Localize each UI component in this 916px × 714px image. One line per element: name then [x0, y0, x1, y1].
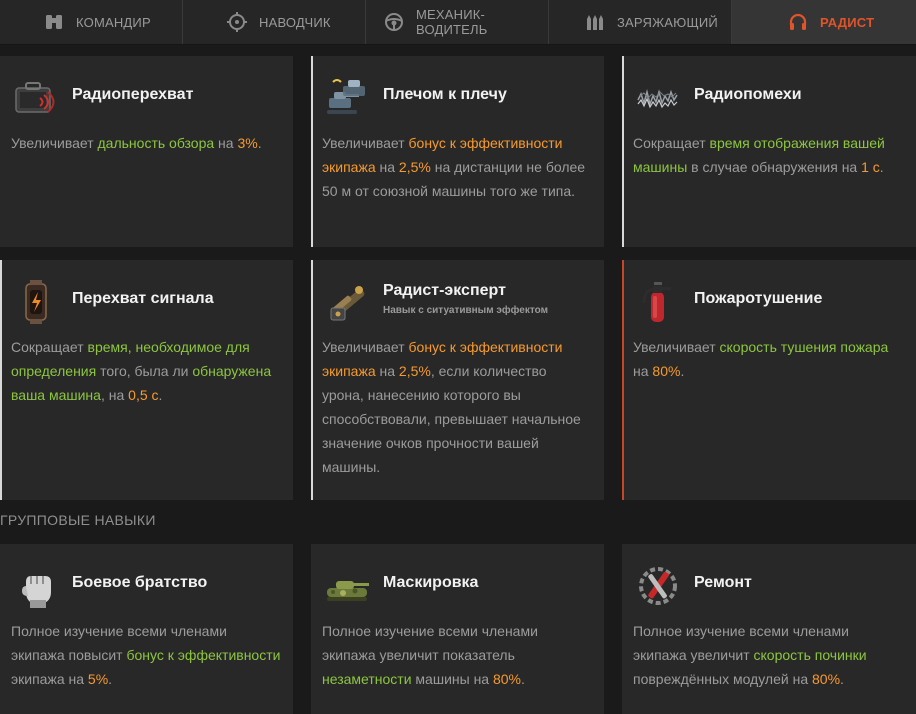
skill-description: Сокращает время отображения вашей машины… [633, 131, 904, 179]
tab-radio-operator[interactable]: РАДИСТ [732, 0, 916, 44]
tab-gunner-label: НАВОДЧИК [259, 14, 331, 30]
description-text: Увеличивает [633, 339, 720, 355]
skill-card-shoulder-to-shoulder[interactable]: Плечом к плечу Увеличивает бонус к эффек… [311, 56, 604, 247]
tab-commander[interactable]: КОМАНДИР [0, 0, 183, 44]
description-text: на [633, 363, 653, 379]
highlight-effect: скорость починки [753, 647, 867, 663]
radio-noise-icon [634, 74, 682, 122]
highlight-effect: дальность обзора [97, 135, 215, 151]
skill-description: Полное изучение всеми членами экипажа ув… [633, 619, 904, 691]
skill-description: Увеличивает бонус к эффективности экипаж… [322, 131, 592, 203]
fist-icon [12, 562, 60, 610]
radio-tools-icon [323, 278, 371, 326]
highlight-value: 1 с [861, 159, 880, 175]
skill-description: Увеличивает дальность обзора на 3%. [11, 131, 281, 155]
description-text: Увеличивает [322, 135, 409, 151]
highlight-value: 80% [652, 363, 681, 379]
highlight-effect: незаметности [322, 671, 412, 687]
skill-description: Полное изучение всеми членами экипажа по… [11, 619, 281, 691]
description-text: на [375, 363, 399, 379]
description-text: на [214, 135, 238, 151]
highlight-value: 80% [492, 671, 522, 687]
description-text: , на [100, 387, 129, 403]
tanks-together-icon [323, 74, 371, 122]
description-text: Увеличивает [322, 339, 409, 355]
card-edge-marker [311, 260, 313, 500]
description-text: . [108, 671, 113, 687]
skill-card-radio-intercept[interactable]: Радиоперехват Увеличивает дальность обзо… [0, 56, 293, 247]
tab-loader[interactable]: ЗАРЯЖАЮЩИЙ [549, 0, 732, 44]
highlight-value: 2,5% [398, 363, 431, 379]
steering-wheel-icon [384, 12, 404, 32]
skill-title: Плечом к плечу [383, 86, 507, 103]
description-text: в случае обнаружения на [687, 159, 862, 175]
highlight-value: 0,5 с [128, 387, 159, 403]
crew-role-tabs: КОМАНДИР НАВОДЧИК МЕХАНИК-ВОДИТЕЛЬ ЗАРЯЖ… [0, 0, 916, 45]
description-text: на [375, 159, 399, 175]
description-text: , если количество урона, нанесению котор… [322, 363, 581, 475]
skill-title: Пожаротушение [694, 290, 823, 307]
signal-lamp-icon [12, 278, 60, 326]
highlight-value: 5% [87, 671, 109, 687]
skill-description: Увеличивает бонус к эффективности экипаж… [322, 335, 592, 479]
binoculars-icon [44, 12, 64, 32]
skill-title: Перехват сигнала [72, 290, 214, 307]
camo-tank-icon [323, 562, 371, 610]
description-text: . [521, 671, 525, 687]
skill-title: Ремонт [694, 574, 752, 591]
description-text: Полное изучение всеми членами экипажа ув… [322, 623, 538, 663]
skill-title: Радиоперехват [72, 86, 194, 103]
skill-card-radio-expert[interactable]: Радист-эксперт Навык с ситуативным эффек… [311, 260, 604, 500]
fire-extinguisher-icon [634, 278, 682, 326]
skill-title: Радиопомехи [694, 86, 802, 103]
skill-title: Боевое братство [72, 574, 208, 591]
tab-gunner[interactable]: НАВОДЧИК [183, 0, 366, 44]
skill-card-camouflage[interactable]: Маскировка Полное изучение всеми членами… [311, 544, 604, 714]
skill-card-signal-intercept[interactable]: Перехват сигнала Сокращает время, необхо… [0, 260, 293, 500]
radio-case-icon [12, 74, 60, 122]
description-text: машины на [411, 671, 493, 687]
skill-description: Полное изучение всеми членами экипажа ув… [322, 619, 592, 691]
tab-loader-label: ЗАРЯЖАЮЩИЙ [617, 14, 718, 30]
crosshair-icon [227, 12, 247, 32]
skill-description: Сокращает время, необходимое для определ… [11, 335, 281, 407]
skill-title: Маскировка [383, 574, 479, 591]
description-text: того, была ли [96, 363, 193, 379]
highlight-value: 2,5% [398, 159, 431, 175]
highlight-value: 80% [812, 671, 841, 687]
description-text: экипажа на [11, 671, 88, 687]
skill-card-brothers-in-arms[interactable]: Боевое братство Полное изучение всеми чл… [0, 544, 293, 714]
description-text: . [840, 671, 844, 687]
tab-driver-label: МЕХАНИК-ВОДИТЕЛЬ [416, 7, 488, 37]
skill-card-radio-jamming[interactable]: Радиопомехи Сокращает время отображения … [622, 56, 916, 247]
tab-commander-label: КОМАНДИР [76, 14, 151, 30]
group-skills-heading: ГРУППОВЫЕ НАВЫКИ [0, 512, 156, 528]
highlight-value: 3% [237, 135, 258, 151]
highlight-effect: бонус к эффективности [126, 647, 281, 663]
skill-description: Увеличивает скорость тушения пожара на 8… [633, 335, 904, 383]
shells-icon [585, 12, 605, 32]
description-text: Сокращает [633, 135, 710, 151]
skill-subtitle: Навык с ситуативным эффектом [383, 305, 548, 316]
skill-card-firefighting[interactable]: Пожаротушение Увеличивает скорость тушен… [622, 260, 916, 500]
card-edge-marker [0, 260, 2, 500]
headphones-icon [788, 12, 808, 32]
description-text: Сокращает [11, 339, 88, 355]
description-text: . [158, 387, 163, 403]
tab-driver[interactable]: МЕХАНИК-ВОДИТЕЛЬ [366, 0, 549, 44]
card-edge-marker [622, 260, 624, 500]
description-text: Увеличивает [11, 135, 98, 151]
description-text: . [879, 159, 884, 175]
wrench-icon [634, 562, 682, 610]
tab-radio-operator-label: РАДИСТ [820, 14, 875, 30]
skill-title: Радист-эксперт [383, 282, 506, 299]
skill-card-repairs[interactable]: Ремонт Полное изучение всеми членами эки… [622, 544, 916, 714]
card-edge-marker [311, 56, 313, 247]
description-text: . [680, 363, 685, 379]
card-edge-marker [622, 56, 624, 247]
description-text: . [257, 135, 262, 151]
highlight-effect: скорость тушения пожара [719, 339, 889, 355]
description-text: повреждённых модулей на [633, 671, 812, 687]
